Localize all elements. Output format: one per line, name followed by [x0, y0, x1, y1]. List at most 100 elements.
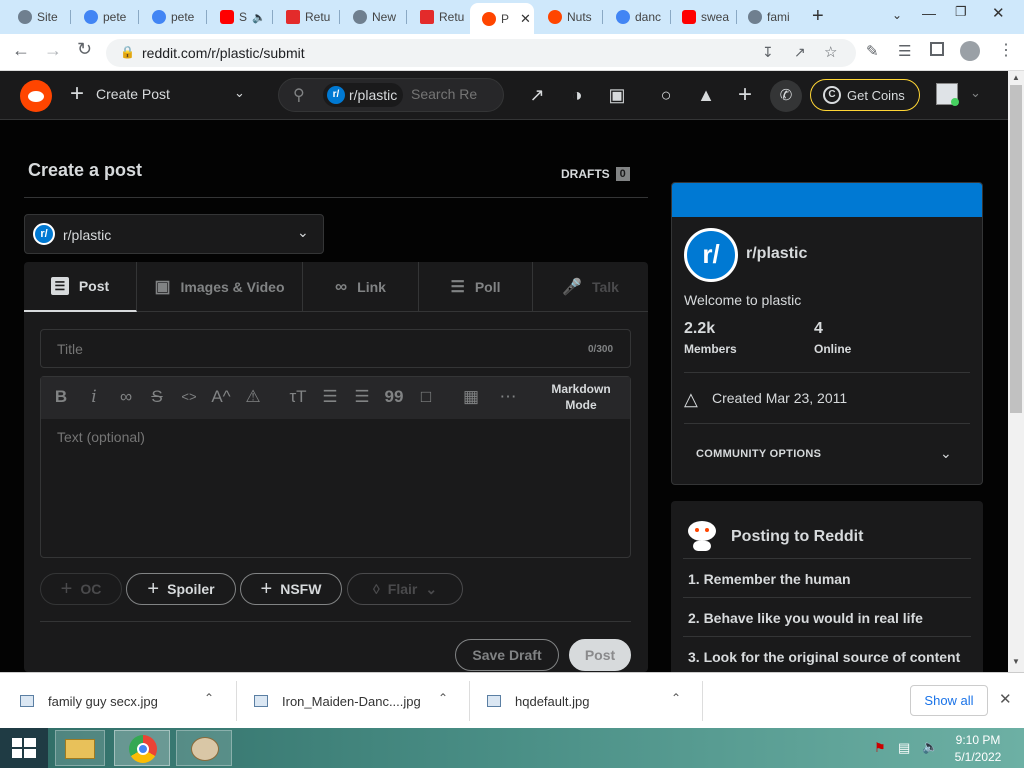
chrome-taskbar-icon[interactable]	[114, 730, 170, 766]
tab-talk[interactable]: 🎤 Talk	[533, 262, 648, 312]
speaker-icon[interactable]: 🔈	[252, 11, 266, 24]
share-icon[interactable]: ↗	[794, 44, 806, 61]
search-bar[interactable]: ⚲ r/ r/plastic	[278, 78, 504, 112]
side-panel-icon[interactable]	[930, 42, 944, 56]
table-icon[interactable]: ▦	[460, 387, 482, 407]
restore-icon[interactable]: ❐	[955, 4, 967, 20]
popular-icon[interactable]: ↗	[526, 84, 548, 106]
quote-block-icon[interactable]: 99	[383, 387, 405, 407]
browser-tab[interactable]: New	[341, 3, 405, 31]
show-all-button[interactable]: Show all	[910, 685, 988, 716]
address-bar[interactable]: 🔒 reddit.com/r/plastic/submit ↧ ↗ ☆	[106, 39, 856, 67]
chevron-down-icon[interactable]: ⌄	[892, 8, 902, 22]
install-icon[interactable]: ↧	[762, 44, 774, 61]
title-input[interactable]	[57, 341, 537, 357]
chevron-down-icon[interactable]: ⌄	[970, 85, 981, 101]
file-explorer-icon[interactable]	[55, 730, 105, 766]
community-options-toggle[interactable]: COMMUNITY OPTIONS	[696, 448, 821, 460]
reload-icon[interactable]: ↻	[77, 39, 92, 60]
network-icon[interactable]: ▤	[898, 740, 910, 756]
minimize-icon[interactable]: —	[922, 5, 936, 21]
browser-tab[interactable]: fami	[736, 3, 800, 31]
nsfw-button[interactable]: + NSFW	[240, 573, 342, 605]
heading-icon[interactable]: τT	[287, 387, 309, 407]
drafts-button[interactable]: DRAFTS 0	[561, 167, 630, 181]
start-button[interactable]	[0, 728, 48, 768]
browser-tab[interactable]: Retu	[274, 3, 338, 31]
flair-button[interactable]: ◊ Flair ⌄	[347, 573, 463, 605]
forward-icon[interactable]: →	[44, 40, 62, 61]
media-icon[interactable]: ☰	[898, 42, 911, 60]
tab-poll[interactable]: ☰ Poll	[419, 262, 533, 312]
chevron-up-icon[interactable]: ⌃	[438, 691, 448, 705]
flag-icon[interactable]: ⚑	[874, 740, 886, 756]
tab-link[interactable]: ∞ Link	[303, 262, 419, 312]
body-textarea[interactable]	[41, 419, 630, 557]
strikethrough-icon[interactable]: S	[146, 387, 168, 407]
reddit-logo-icon[interactable]	[20, 80, 52, 112]
bulleted-list-icon[interactable]: ☰	[319, 387, 341, 407]
bold-icon[interactable]: B	[50, 387, 72, 407]
page-scrollbar[interactable]: ▲ ▼	[1008, 71, 1024, 672]
community-name[interactable]: r/plastic	[746, 245, 807, 263]
more-icon[interactable]: ⋯	[497, 387, 519, 407]
download-item[interactable]: hqdefault.jpg ⌃	[487, 673, 701, 729]
chat-icon[interactable]: ○	[655, 84, 677, 106]
plus-icon[interactable]: +	[734, 83, 756, 107]
clock-time[interactable]: 9:10 PM	[954, 733, 1002, 747]
back-icon[interactable]: ←	[12, 40, 30, 61]
browser-tab[interactable]: Site	[6, 3, 66, 31]
get-coins-button[interactable]: C Get Coins	[810, 79, 920, 111]
browser-tab[interactable]: pete	[72, 3, 136, 31]
tab-post[interactable]: ☰ Post	[24, 262, 137, 312]
close-icon[interactable]: ✕	[999, 690, 1012, 708]
star-icon[interactable]: ☆	[824, 43, 837, 61]
inline-code-icon[interactable]: <>	[178, 389, 200, 404]
browser-tab[interactable]: pete	[140, 3, 204, 31]
chevron-up-icon[interactable]: ⌃	[671, 691, 681, 705]
browser-tab-active[interactable]: P ✕	[470, 3, 534, 34]
oc-button[interactable]: + OC	[40, 573, 122, 605]
search-community-chip[interactable]: r/ r/plastic	[323, 83, 404, 107]
spoiler-icon[interactable]: ⚠	[242, 387, 264, 407]
title-field[interactable]: 0/300	[40, 329, 631, 368]
clock-date[interactable]: 5/1/2022	[954, 750, 1002, 764]
browser-tab[interactable]: S 🔈	[208, 3, 274, 31]
chevron-down-icon[interactable]: ⌄	[234, 85, 245, 101]
spoiler-button[interactable]: + Spoiler	[126, 573, 236, 605]
download-item[interactable]: Iron_Maiden-Danc....jpg ⌃	[254, 673, 468, 729]
bell-icon[interactable]: ▲	[695, 84, 717, 106]
download-item[interactable]: family guy secx.jpg ⌃	[20, 673, 234, 729]
italic-icon[interactable]: i	[83, 387, 105, 407]
browser-tab[interactable]: Nuts	[536, 3, 600, 31]
stats-icon[interactable]: ◑	[566, 84, 588, 106]
avatar[interactable]	[936, 83, 959, 106]
code-block-icon[interactable]: □	[415, 387, 437, 407]
community-select[interactable]: r/ r/plastic ⌄	[24, 214, 324, 254]
chevron-up-icon[interactable]: ⌃	[204, 691, 214, 705]
extensions-icon[interactable]: ✎	[866, 42, 879, 60]
superscript-icon[interactable]: A^	[210, 387, 232, 407]
window-close-icon[interactable]: ✕	[992, 4, 1005, 22]
save-draft-button[interactable]: Save Draft	[455, 639, 559, 671]
post-button[interactable]: Post	[569, 639, 631, 671]
scroll-up-icon[interactable]: ▲	[1012, 73, 1020, 82]
chevron-down-icon[interactable]: ⌄	[940, 445, 952, 462]
coins-shop-icon[interactable]: ▣	[606, 84, 628, 106]
numbered-list-icon[interactable]: ☰	[351, 387, 373, 407]
markdown-mode-button[interactable]: Markdown Mode	[541, 381, 621, 413]
menu-icon[interactable]: ⋮	[998, 40, 1014, 60]
browser-tab[interactable]: swea	[670, 3, 734, 31]
link-icon[interactable]: ∞	[115, 387, 137, 407]
scroll-down-icon[interactable]: ▼	[1012, 657, 1020, 666]
scrollbar-thumb[interactable]	[1010, 85, 1022, 413]
close-icon[interactable]: ✕	[520, 11, 531, 27]
advertise-icon[interactable]: ✆	[770, 80, 802, 112]
new-tab-icon[interactable]: +	[812, 5, 824, 28]
profile-icon[interactable]	[960, 41, 980, 61]
browser-tab[interactable]: danc	[604, 3, 668, 31]
create-post-dropdown[interactable]: + Create Post	[70, 82, 170, 106]
paint-icon[interactable]	[176, 730, 232, 766]
search-input[interactable]	[411, 86, 497, 102]
tab-images-video[interactable]: ▣ Images & Video	[137, 262, 303, 312]
